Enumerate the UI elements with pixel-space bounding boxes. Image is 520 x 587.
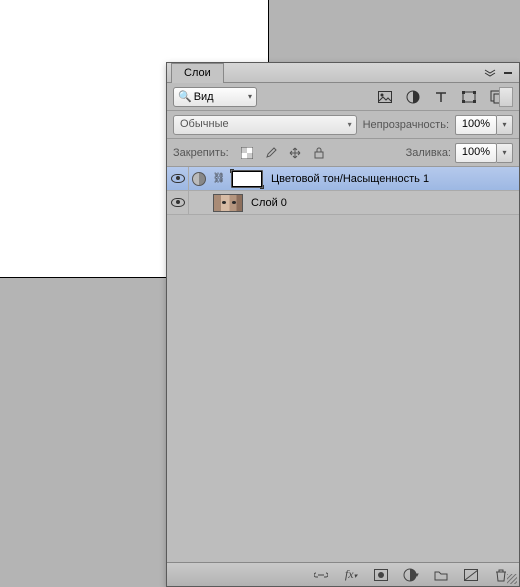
lock-position-icon[interactable] bbox=[287, 145, 303, 161]
new-adjustment-icon[interactable]: ▾ bbox=[403, 567, 419, 583]
new-group-icon[interactable] bbox=[433, 567, 449, 583]
filter-type-icon[interactable] bbox=[433, 89, 449, 105]
fill-stepper[interactable]: ▾ bbox=[497, 143, 513, 163]
layer-thumbnail[interactable] bbox=[213, 194, 243, 212]
layer-name[interactable]: Слой 0 bbox=[251, 197, 287, 209]
panel-footer: fx▾ ▾ bbox=[167, 562, 519, 586]
eye-icon bbox=[171, 174, 185, 183]
layer-style-icon[interactable]: fx▾ bbox=[343, 567, 359, 583]
lock-transparency-icon[interactable] bbox=[239, 145, 255, 161]
eye-icon bbox=[171, 198, 185, 207]
opacity-stepper[interactable]: ▾ bbox=[497, 115, 513, 135]
opacity-value[interactable]: 100% bbox=[455, 115, 497, 135]
filter-shape-icon[interactable] bbox=[461, 89, 477, 105]
filter-toggle-switch[interactable] bbox=[499, 87, 513, 107]
layer-row[interactable]: Слой 0 bbox=[167, 191, 519, 215]
blend-mode-dropdown[interactable]: Обычные ▾ bbox=[173, 115, 357, 135]
mask-link-icon[interactable]: ⛓ bbox=[213, 173, 226, 184]
visibility-toggle[interactable] bbox=[167, 167, 189, 190]
hue-saturation-icon bbox=[192, 172, 206, 186]
visibility-toggle[interactable] bbox=[167, 191, 189, 214]
layer-row[interactable]: ⛓ Цветовой тон/Насыщенность 1 bbox=[167, 167, 519, 191]
fill-value[interactable]: 100% bbox=[455, 143, 497, 163]
lock-paint-icon[interactable] bbox=[263, 145, 279, 161]
chevron-down-icon: ▾ bbox=[348, 120, 352, 129]
filter-image-icon[interactable] bbox=[377, 89, 393, 105]
layer-filter-label: Вид bbox=[194, 91, 214, 103]
lock-label: Закрепить: bbox=[173, 147, 229, 159]
opacity-label: Непрозрачность: bbox=[363, 119, 449, 131]
lock-all-icon[interactable] bbox=[311, 145, 327, 161]
layers-panel: Слои 🔍 Вид ▾ bbox=[166, 62, 520, 587]
resize-grip[interactable] bbox=[507, 574, 517, 584]
layer-mask-thumbnail[interactable] bbox=[231, 170, 263, 188]
chevron-down-icon: ▾ bbox=[248, 92, 252, 101]
layer-name[interactable]: Цветовой тон/Насыщенность 1 bbox=[271, 173, 429, 185]
panel-collapse-icon[interactable] bbox=[501, 67, 515, 79]
search-icon: 🔍 bbox=[178, 90, 192, 103]
add-mask-icon[interactable] bbox=[373, 567, 389, 583]
fill-label: Заливка: bbox=[406, 147, 451, 159]
tab-layers[interactable]: Слои bbox=[171, 63, 224, 83]
new-layer-icon[interactable] bbox=[463, 567, 479, 583]
layer-filter-dropdown[interactable]: 🔍 Вид ▾ bbox=[173, 87, 257, 107]
filter-icons bbox=[377, 89, 505, 105]
panel-menu-icon[interactable] bbox=[483, 67, 497, 79]
layers-list: ⛓ Цветовой тон/Насыщенность 1 Слой 0 bbox=[167, 167, 519, 215]
panel-tabbar: Слои bbox=[167, 63, 519, 83]
filter-adjustment-icon[interactable] bbox=[405, 89, 421, 105]
link-layers-icon[interactable] bbox=[313, 567, 329, 583]
blend-mode-label: Обычные bbox=[180, 118, 229, 130]
